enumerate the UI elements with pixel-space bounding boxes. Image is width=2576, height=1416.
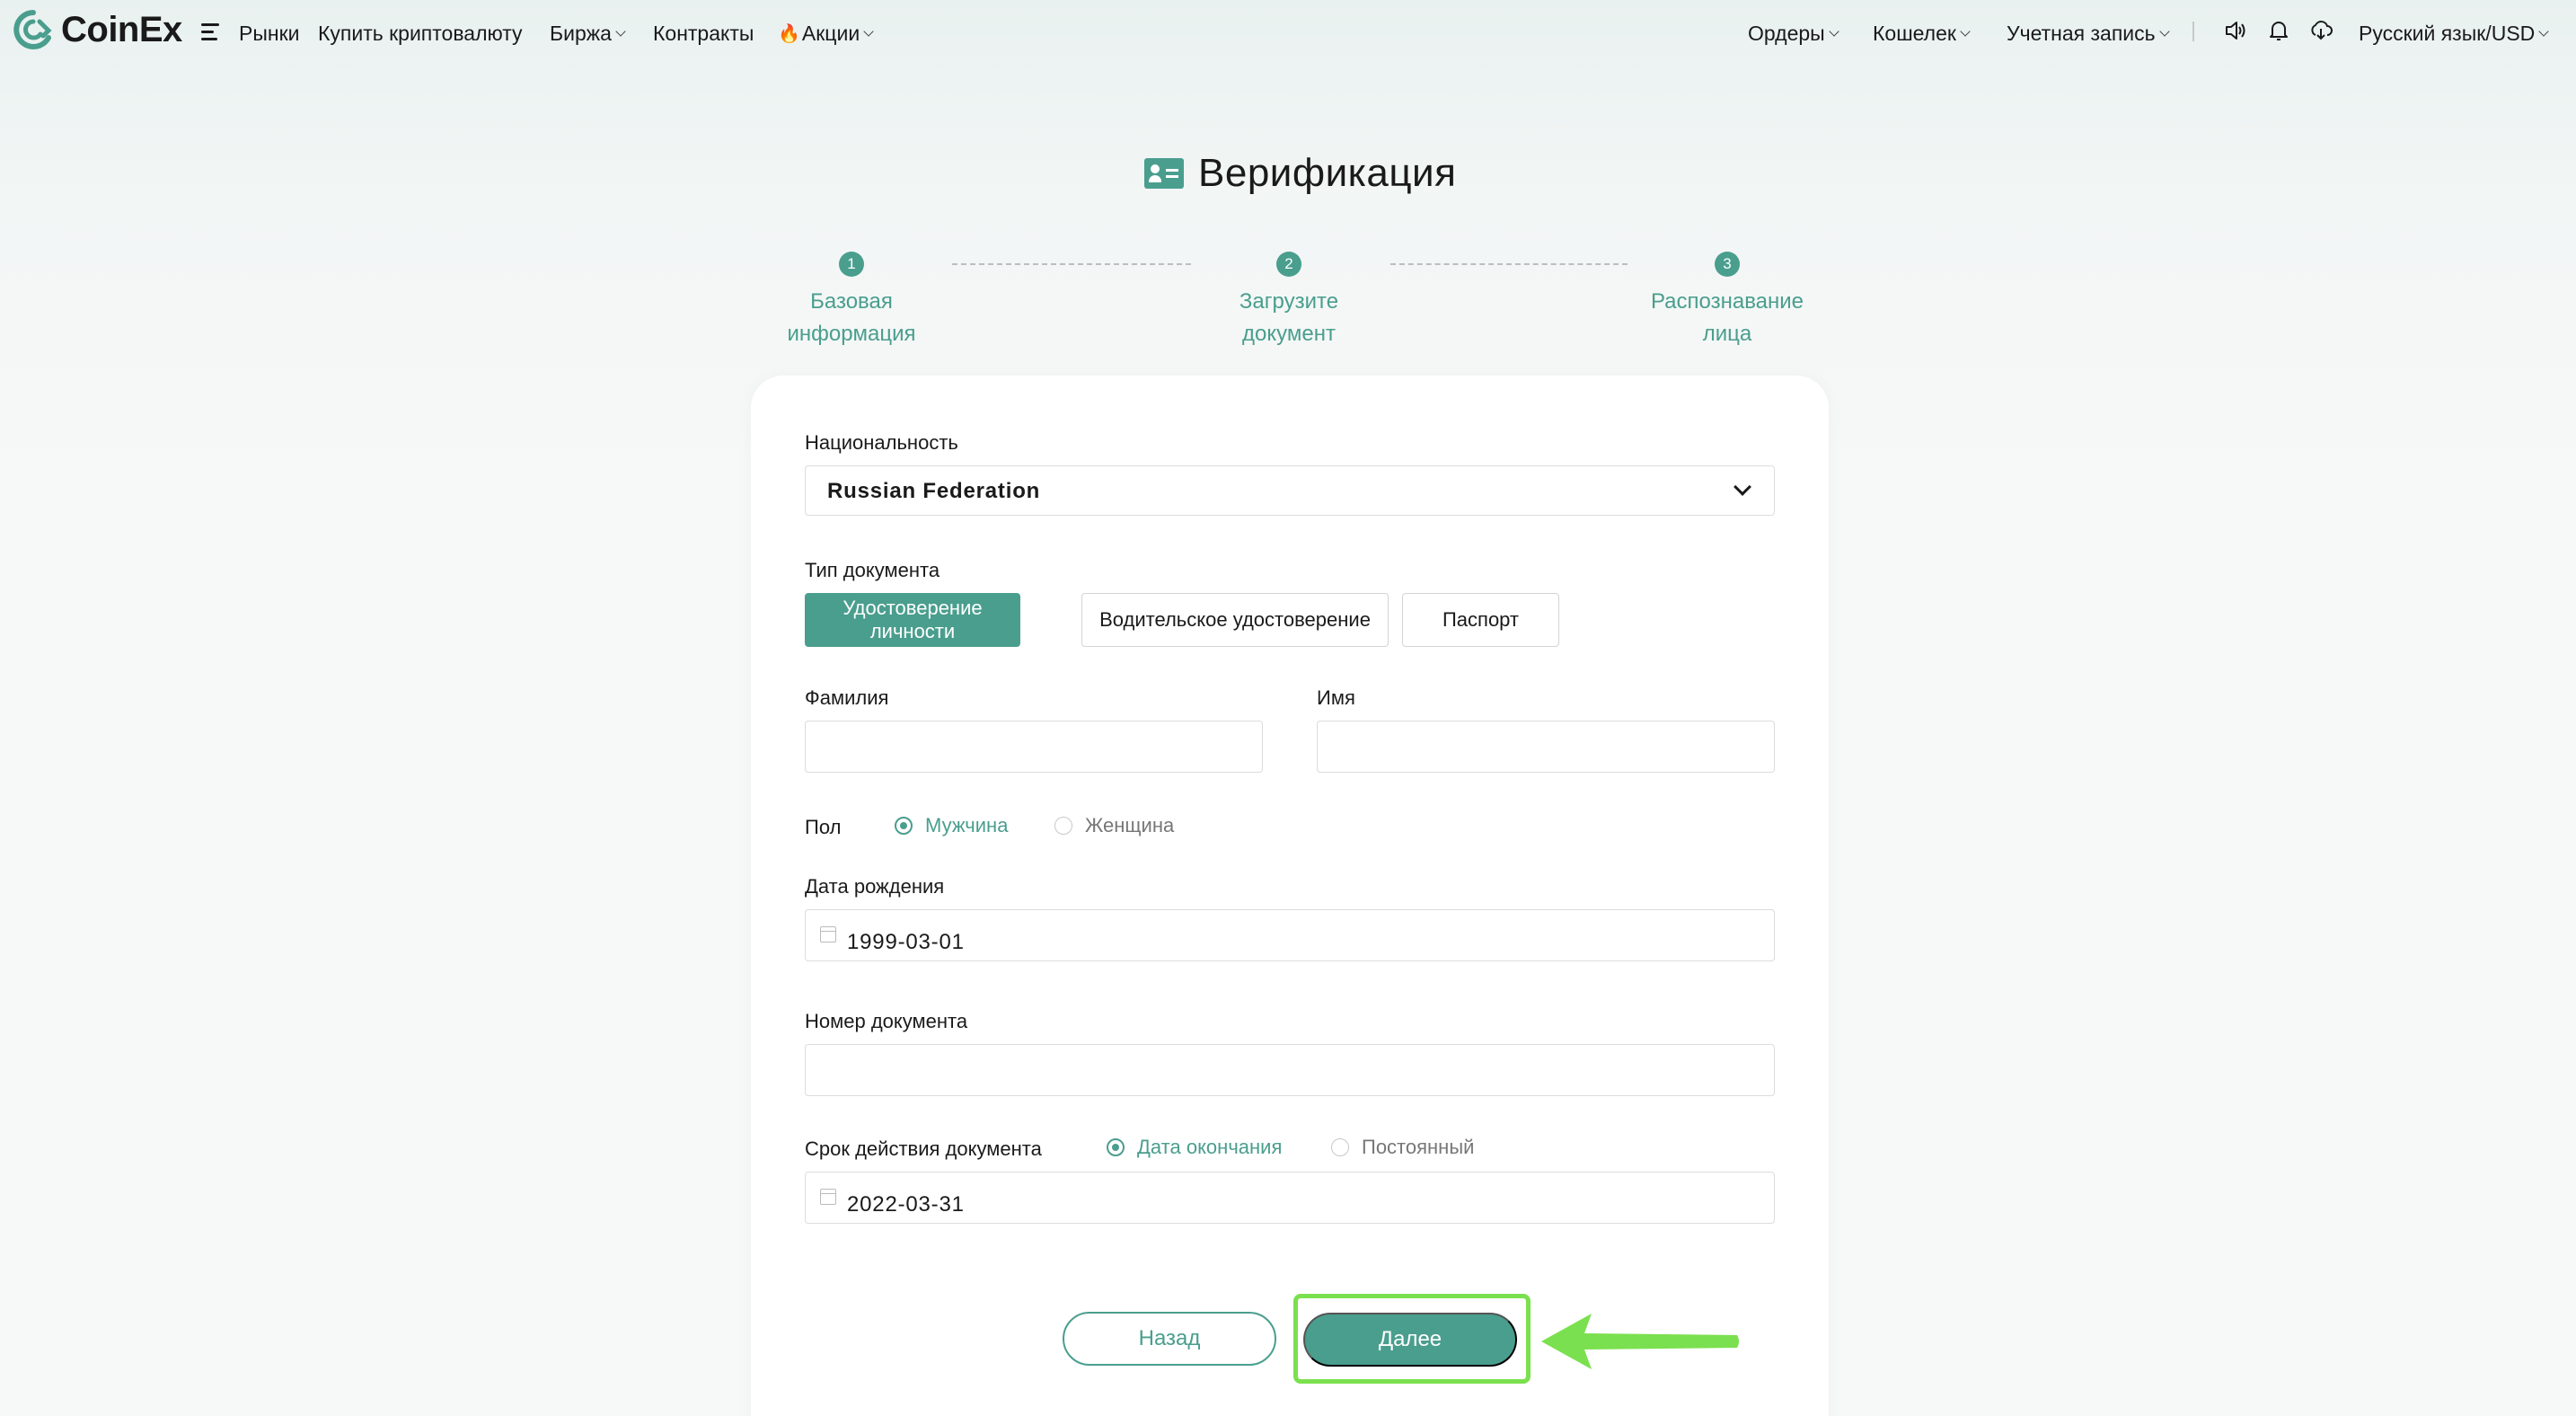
birthdate-input[interactable]: 1999-03-01 [805,909,1775,961]
next-button[interactable]: Далее [1303,1313,1517,1367]
nav-account[interactable]: Учетная запись [2007,22,2170,46]
radio-unchecked-icon [1331,1138,1349,1156]
step-number: 1 [839,252,864,277]
calendar-icon [820,1189,836,1205]
nav-promotions[interactable]: 🔥 Акции [778,22,874,46]
page-title: Верификация [1198,151,1457,195]
birthdate-value: 1999-03-01 [847,930,965,954]
radio-checked-icon [895,817,913,835]
menu-icon[interactable] [201,23,219,43]
chevron-down-icon [2538,26,2549,37]
pointer-arrow-icon [1541,1314,1739,1369]
gender-female-radio[interactable]: Женщина [1054,814,1174,837]
speaker-icon[interactable] [2222,18,2247,43]
id-card-icon [1144,158,1184,189]
step-label: Базовая информация [787,289,916,346]
radio-unchecked-icon [1054,817,1072,835]
first-name-input[interactable] [1317,721,1775,773]
step-number: 3 [1715,252,1740,277]
header-divider [2192,22,2194,41]
birthdate-label: Дата рождения [805,875,945,898]
chevron-down-icon [615,26,626,37]
nav-promotions-label: Акции [801,22,860,45]
first-name-label: Имя [1317,686,1355,709]
chevron-down-icon [1829,26,1839,37]
language-label: Русский язык/USD [2359,22,2536,45]
step-basic-info: 1 Базовая информация [744,252,959,350]
step-label: Распознавание лица [1650,289,1804,346]
nationality-value: Russian Federation [827,479,1041,503]
calendar-icon [820,926,836,943]
surname-input[interactable] [805,721,1263,773]
doc-type-passport-button[interactable]: Паспорт [1402,593,1559,647]
document-number-label: Номер документа [805,1010,968,1032]
step-label: Загрузите документ [1239,289,1339,346]
nav-account-label: Учетная запись [2007,22,2156,45]
surname-label: Фамилия [805,686,889,709]
gender-male-label: Мужчина [925,814,1009,836]
logo-text: CoinEx [61,9,182,49]
step-upload-document: 2 Загрузите документ [1181,252,1397,350]
chevron-down-icon [863,26,874,37]
nav-contracts-label: Контракты [653,22,754,45]
validity-expiry-date-radio[interactable]: Дата окончания [1107,1136,1282,1159]
nav-contracts[interactable]: Контракты [653,22,754,46]
expiry-date-input[interactable]: 2022-03-31 [805,1172,1775,1224]
nav-buy-crypto-label: Купить криптовалюту [318,22,523,45]
nationality-label: Национальность [805,431,958,454]
chevron-down-icon [1734,478,1751,496]
step-connector [952,263,1191,265]
document-number-input[interactable] [805,1044,1775,1096]
validity-expiry-date-label: Дата окончания [1137,1136,1283,1158]
bell-icon[interactable] [2266,18,2291,43]
nationality-select[interactable]: Russian Federation [805,465,1775,516]
language-currency-selector[interactable]: Русский язык/USD [2359,22,2549,46]
step-number: 2 [1276,252,1301,277]
document-validity-label: Срок действия документа [805,1137,1042,1160]
back-button[interactable]: Назад [1063,1312,1276,1366]
validity-permanent-radio[interactable]: Постоянный [1331,1136,1474,1159]
page-title-wrap: Верификация [1144,151,1456,196]
nav-buy-crypto[interactable]: Купить криптовалюту [318,22,523,46]
nav-orders[interactable]: Ордеры [1748,22,1839,46]
verification-form-card: Национальность Russian Federation Тип до… [751,376,1829,1416]
nav-exchange-label: Биржа [550,22,612,45]
coinex-logo[interactable]: CoinEx [13,9,182,50]
step-connector [1390,263,1628,265]
nav-exchange[interactable]: Биржа [550,22,626,46]
nav-markets[interactable]: Рынки [239,22,299,46]
doc-type-driver-license-button[interactable]: Водительское удостоверение [1081,593,1389,647]
chevron-down-icon [1960,26,1971,37]
document-type-label: Тип документа [805,559,940,581]
nav-wallet-label: Кошелек [1873,22,1956,45]
nav-wallet[interactable]: Кошелек [1873,22,1971,46]
chevron-down-icon [2158,26,2170,37]
gender-female-label: Женщина [1085,814,1175,836]
validity-permanent-label: Постоянный [1362,1136,1475,1158]
step-face-recognition: 3 Распознавание лица [1619,252,1835,350]
nav-markets-label: Рынки [239,22,300,45]
radio-checked-icon [1107,1138,1125,1156]
gender-male-radio[interactable]: Мужчина [895,814,1008,837]
flame-icon: 🔥 [778,24,800,44]
expiry-date-value: 2022-03-31 [847,1192,965,1217]
doc-type-id-card-button[interactable]: Удостоверение личности [805,593,1020,647]
nav-orders-label: Ордеры [1748,22,1825,45]
coinex-logo-icon [13,10,52,49]
download-icon[interactable] [2308,18,2333,43]
top-navigation-bar: CoinEx Рынки Купить криптовалюту Биржа К… [0,0,2576,68]
gender-label: Пол [805,816,842,838]
